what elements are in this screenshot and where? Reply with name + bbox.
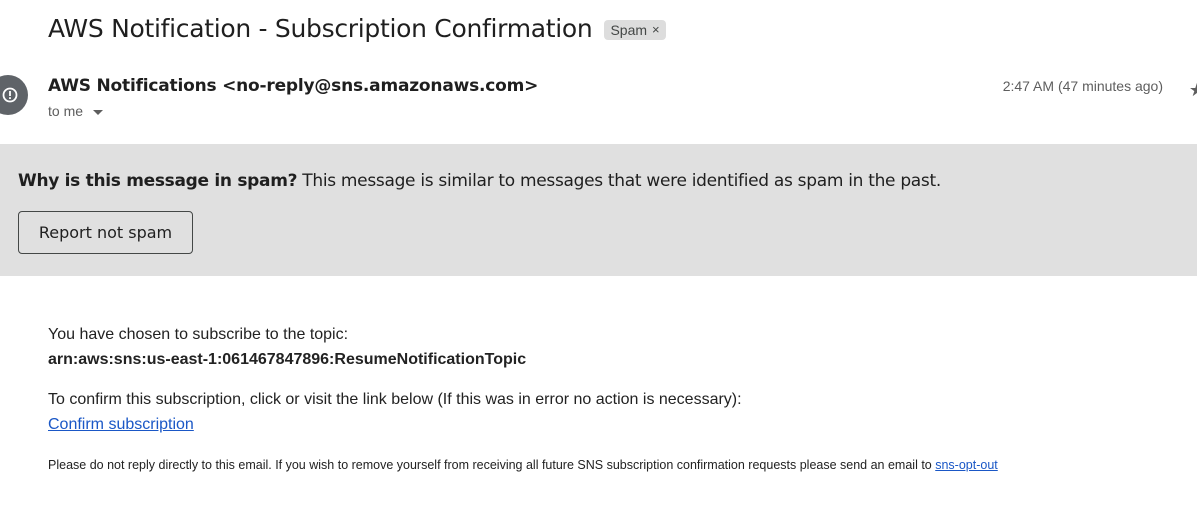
- email-view: AWS Notification - Subscription Confirma…: [0, 0, 1197, 522]
- subject-row: AWS Notification - Subscription Confirma…: [48, 14, 666, 43]
- report-not-spam-button[interactable]: Report not spam: [18, 211, 193, 254]
- footer-message: Please do not reply directly to this ema…: [48, 458, 936, 472]
- spam-warning-banner: Why is this message in spam? This messag…: [0, 144, 1197, 276]
- star-icon[interactable]: ★: [1189, 80, 1197, 101]
- email-timestamp: 2:47 AM (47 minutes ago): [1002, 78, 1163, 94]
- topic-arn: arn:aws:sns:us-east-1:061467847896:Resum…: [48, 351, 527, 368]
- body-intro-text: You have chosen to subscribe to the topi…: [48, 326, 349, 343]
- chevron-down-icon[interactable]: [93, 109, 104, 115]
- remove-label-icon[interactable]: ×: [652, 22, 660, 37]
- spam-reason-text: Why is this message in spam? This messag…: [18, 171, 941, 191]
- spam-reason-explanation: This message is similar to messages that…: [297, 171, 941, 191]
- spam-label-text: Spam: [610, 21, 648, 38]
- recipient-text: to me: [48, 103, 84, 119]
- sns-opt-out-link[interactable]: sns-opt-out: [935, 458, 998, 472]
- footer-text: Please do not reply directly to this ema…: [48, 458, 998, 472]
- sender-name[interactable]: AWS Notifications <no-reply@sns.amazonaw…: [48, 76, 538, 96]
- spam-reason-heading: Why is this message in spam?: [18, 171, 298, 191]
- spam-label-chip[interactable]: Spam ×: [604, 19, 666, 40]
- alert-circle-icon: [2, 87, 18, 103]
- confirm-instructions: To confirm this subscription, click or v…: [48, 391, 742, 408]
- confirm-subscription-link[interactable]: Confirm subscription: [48, 416, 194, 434]
- sender-avatar[interactable]: [0, 75, 28, 115]
- recipient-line[interactable]: to me: [48, 103, 104, 119]
- email-subject: AWS Notification - Subscription Confirma…: [48, 14, 593, 43]
